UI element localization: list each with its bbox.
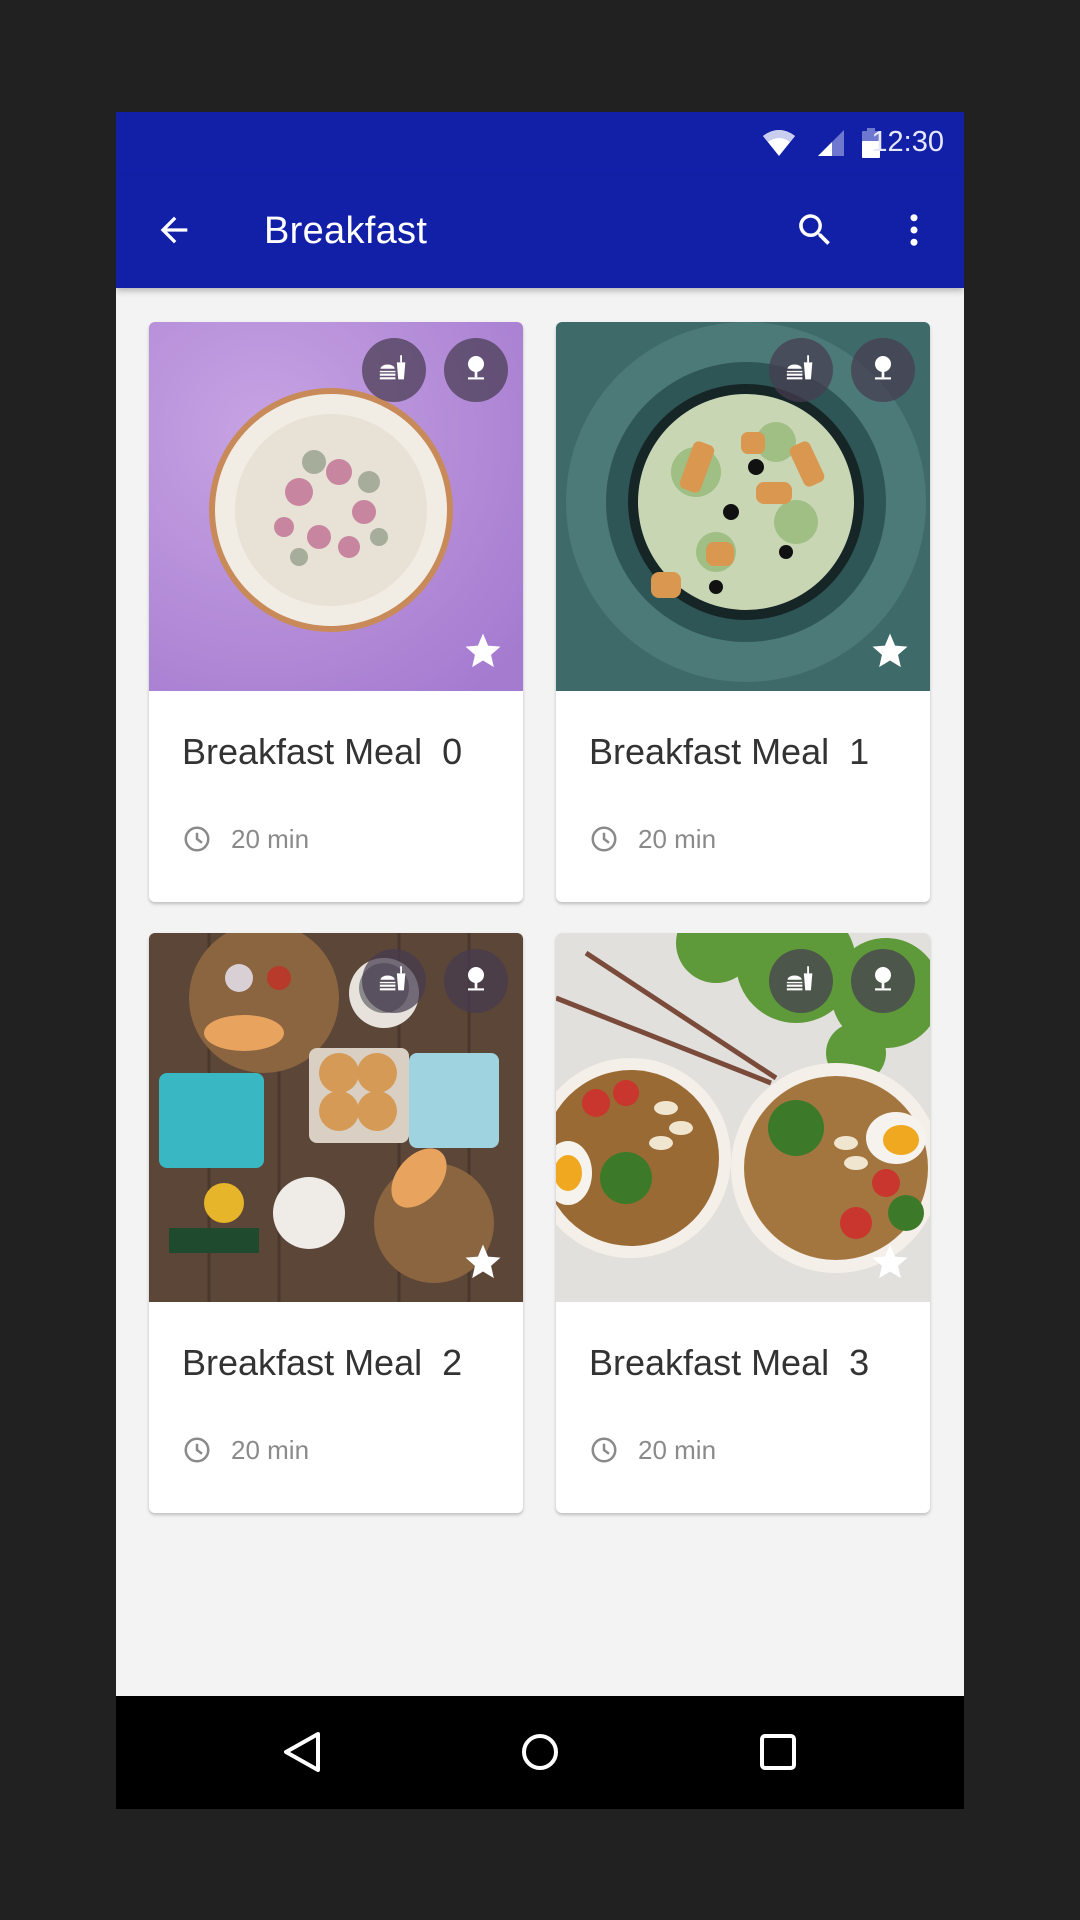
favorite-star-icon[interactable] — [462, 1241, 504, 1283]
phone-screen: 12:30 Breakfast Breakfast Meal 0 20 min … — [116, 112, 964, 1809]
nature-badge[interactable] — [851, 338, 915, 402]
status-time: 12:30 — [871, 126, 944, 158]
back-button[interactable] — [148, 206, 200, 258]
nav-recents-button[interactable] — [748, 1724, 808, 1784]
nature-icon — [867, 352, 899, 389]
meal-card[interactable]: Breakfast Meal 1 20 min — [556, 322, 930, 902]
meal-time: 20 min — [638, 1435, 717, 1465]
favorite-star-icon[interactable] — [462, 630, 504, 672]
nav-home-button[interactable] — [510, 1724, 570, 1784]
nav-back-icon — [282, 1730, 322, 1779]
clock-icon — [182, 1435, 212, 1470]
fast-food-badge[interactable] — [362, 338, 426, 402]
system-nav-bar — [116, 1696, 964, 1809]
nav-home-icon — [520, 1732, 560, 1777]
fast-food-icon — [377, 351, 411, 390]
clock-icon — [182, 824, 212, 859]
nature-icon — [460, 352, 492, 389]
nav-recents-icon — [758, 1732, 798, 1777]
nature-icon — [460, 963, 492, 1000]
meal-title: Breakfast Meal 1 — [589, 731, 870, 772]
fast-food-badge[interactable] — [769, 338, 833, 402]
arrow-back-icon — [154, 210, 194, 255]
clock-icon — [589, 824, 619, 859]
meal-time: 20 min — [638, 824, 717, 854]
cellular-signal-icon — [816, 128, 846, 163]
card-body: Breakfast Meal 1 20 min — [556, 691, 930, 902]
meal-card[interactable]: Breakfast Meal 2 20 min — [149, 933, 523, 1513]
card-body: Breakfast Meal 2 20 min — [149, 1302, 523, 1513]
fast-food-badge[interactable] — [769, 949, 833, 1013]
search-button[interactable] — [789, 206, 841, 258]
meal-card[interactable]: Breakfast Meal 0 20 min — [149, 322, 523, 902]
meal-card[interactable]: Breakfast Meal 3 20 min — [556, 933, 930, 1513]
meal-time: 20 min — [231, 1435, 310, 1465]
nature-badge[interactable] — [851, 949, 915, 1013]
nature-badge[interactable] — [444, 338, 508, 402]
more-vert-icon — [893, 209, 935, 256]
page-title: Breakfast — [264, 210, 428, 252]
meal-title: Breakfast Meal 0 — [182, 731, 463, 772]
status-bar: 12:30 — [116, 112, 964, 176]
meal-title: Breakfast Meal 2 — [182, 1342, 463, 1383]
favorite-star-icon[interactable] — [869, 1241, 911, 1283]
fast-food-icon — [784, 962, 818, 1001]
fast-food-icon — [784, 351, 818, 390]
meal-time: 20 min — [231, 824, 310, 854]
nature-badge[interactable] — [444, 949, 508, 1013]
more-options-button[interactable] — [888, 206, 940, 258]
nav-back-button[interactable] — [272, 1724, 332, 1784]
favorite-star-icon[interactable] — [869, 630, 911, 672]
wifi-icon — [762, 128, 796, 163]
fast-food-badge[interactable] — [362, 949, 426, 1013]
clock-icon — [589, 1435, 619, 1470]
meal-title: Breakfast Meal 3 — [589, 1342, 870, 1383]
app-bar: Breakfast — [116, 176, 964, 288]
card-body: Breakfast Meal 0 20 min — [149, 691, 523, 902]
search-icon — [794, 209, 836, 256]
nature-icon — [867, 963, 899, 1000]
card-body: Breakfast Meal 3 20 min — [556, 1302, 930, 1513]
fast-food-icon — [377, 962, 411, 1001]
